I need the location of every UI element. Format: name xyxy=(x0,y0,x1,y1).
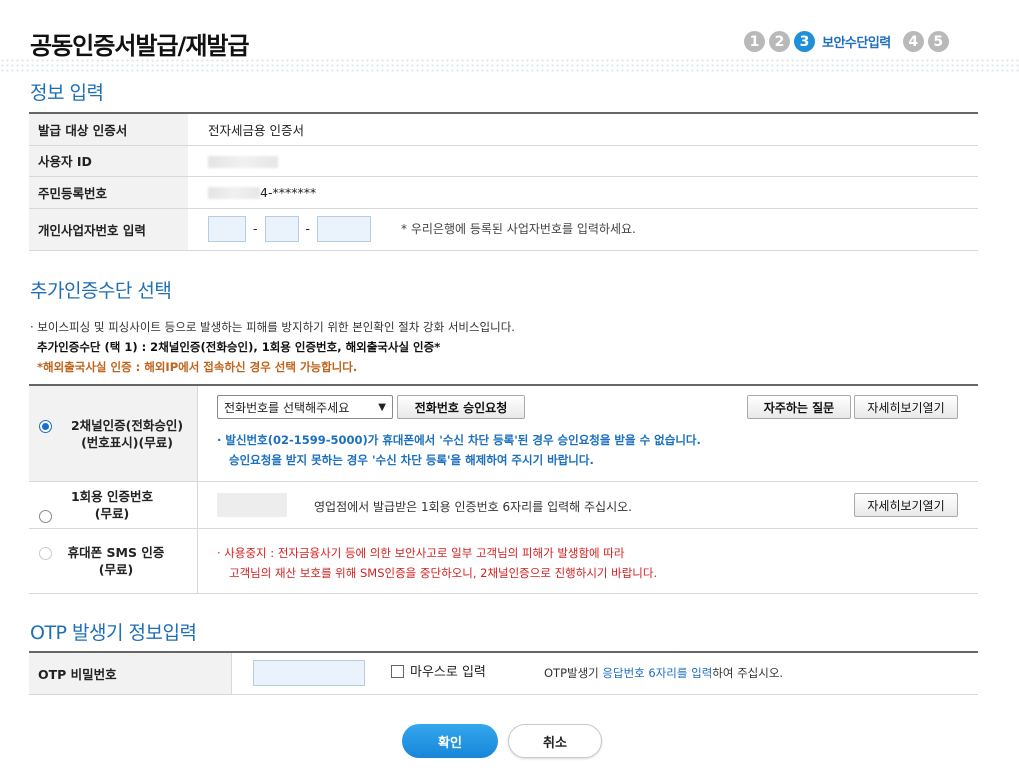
otp-note-highlight: 응답번호 6자리를 입력 xyxy=(602,666,713,680)
otp-note-prefix: OTP발생기 xyxy=(544,666,603,680)
confirm-button[interactable]: 확인 xyxy=(402,724,498,758)
otp-note: OTP발생기 응답번호 6자리를 입력하여 주십시오. xyxy=(544,665,783,681)
extra-auth-options-note: 추가인증수단 (택 1) : 2채널인증(전화승인), 1회용 인증번호, 해외… xyxy=(37,340,441,354)
current-step-label: 보안수단입력 xyxy=(822,36,891,51)
phone-number-select-value: 전화번호를 선택해주세요 xyxy=(224,400,350,415)
otp-password-label: OTP 비밀번호 xyxy=(29,653,232,694)
page-title: 공동인증서발급/재발급 xyxy=(30,32,250,60)
auth-option-2channel-label-cell: 2채널인증(전화승인) (번호표시)(무료) xyxy=(29,386,198,481)
otp-note-suffix: 하여 주십시오. xyxy=(712,666,784,680)
cert-label: 발급 대상 인증서 xyxy=(29,113,188,146)
auth-method-table: 2채널인증(전화승인) (번호표시)(무료) 전화번호를 선택해주세요 ▼ 전화… xyxy=(29,384,978,594)
overseas-auth-note: *해외출국사실 인증 : 해외IP에서 접속하신 경우 선택 가능합니다. xyxy=(37,360,358,374)
mouse-input-label: 마우스로 입력 xyxy=(410,665,486,680)
auth-option-2channel: 2채널인증(전화승인) (번호표시)(무료) 전화번호를 선택해주세요 ▼ 전화… xyxy=(29,386,978,482)
auth-option-sms-label-cell: 휴대폰 SMS 인증 (무료) xyxy=(29,529,198,593)
detail-expand-button-one-time[interactable]: 자세히보기열기 xyxy=(854,493,958,517)
auth-one-time-label: 1회용 인증번호 xyxy=(70,489,154,504)
auth-2channel-sublabel: (번호표시)(무료) xyxy=(81,435,173,450)
auth-option-sms: 휴대폰 SMS 인증 (무료) · 사용중지 : 전자금융사기 등에 의한 보안… xyxy=(29,529,978,594)
auth-sms-sublabel: (무료) xyxy=(98,562,134,577)
auth-sms-label: 휴대폰 SMS 인증 xyxy=(67,545,165,560)
biz-number-field-3[interactable] xyxy=(317,216,372,242)
rrn-suffix: 4-******* xyxy=(260,184,317,200)
rrn-label: 주민등록번호 xyxy=(29,176,188,209)
extra-auth-desc: · 보이스피싱 및 피싱사이트 등으로 발생하는 피해를 방지하기 위한 본인확… xyxy=(30,320,515,334)
radio-sms-disabled[interactable] xyxy=(39,547,52,560)
step-3-current: 3 xyxy=(794,31,815,52)
mouse-input-checkbox[interactable] xyxy=(391,665,404,678)
biz-number-field-2[interactable] xyxy=(264,216,299,242)
biz-number-field-1[interactable] xyxy=(208,216,246,242)
one-time-number-input[interactable] xyxy=(217,493,287,517)
2channel-info-line-2: 승인요청을 받지 못하는 경우 '수신 차단 등록'을 해제하여 주시기 바랍니… xyxy=(229,453,594,467)
sms-suspended-line-1: · 사용중지 : 전자금융사기 등에 의한 보안사고로 일부 고객님의 피해가 … xyxy=(217,546,625,560)
otp-password-input[interactable] xyxy=(253,660,365,686)
step-5: 5 xyxy=(927,31,949,52)
biz-number-label: 개인사업자번호 입력 xyxy=(29,208,188,251)
step-1: 1 xyxy=(744,31,765,52)
info-table: 발급 대상 인증서 전자세금용 인증서 사용자 ID 주민등록번호 4-****… xyxy=(29,112,978,251)
step-4: 4 xyxy=(902,31,924,52)
one-time-number-info: 영업점에서 발급받은 1회용 인증번호 6자리를 입력해 주십시오. xyxy=(314,500,632,514)
otp-section-title: OTP 발생기 정보입력 xyxy=(30,622,197,644)
user-id-label: 사용자 ID xyxy=(29,145,188,177)
otp-input-row: OTP 비밀번호 마우스로 입력 OTP발생기 응답번호 6자리를 입력하여 주… xyxy=(29,651,978,695)
auth-2channel-label: 2채널인증(전화승인) xyxy=(70,418,184,433)
radio-2channel[interactable] xyxy=(39,420,52,433)
extra-auth-section-title: 추가인증수단 선택 xyxy=(30,280,172,302)
phone-number-select[interactable]: 전화번호를 선택해주세요 ▼ xyxy=(217,395,393,419)
auth-option-otp-number: 1회용 인증번호 (무료) 영업점에서 발급받은 1회용 인증번호 6자리를 입… xyxy=(29,482,978,529)
cancel-button[interactable]: 취소 xyxy=(508,724,602,758)
user-id-value-masked xyxy=(208,155,278,168)
auth-one-time-sublabel: (무료) xyxy=(94,506,130,521)
2channel-info-line-1: · 발신번호(02-1599-5000)가 휴대폰에서 '수신 차단 등록'된 … xyxy=(217,433,701,447)
info-section-title: 정보 입력 xyxy=(30,82,104,104)
phone-approval-request-button[interactable]: 전화번호 승인요청 xyxy=(397,395,525,419)
dash: - xyxy=(253,220,258,236)
chevron-down-icon: ▼ xyxy=(378,401,386,413)
faq-button[interactable]: 자주하는 질문 xyxy=(747,395,851,419)
detail-expand-button-2channel[interactable]: 자세히보기열기 xyxy=(854,395,958,419)
auth-option-otp-number-label-cell: 1회용 인증번호 (무료) xyxy=(29,482,198,528)
cert-value: 전자세금용 인증서 xyxy=(188,113,978,146)
step-2: 2 xyxy=(769,31,790,52)
dash: - xyxy=(305,220,311,236)
sms-suspended-line-2: 고객님의 재산 보호를 위해 SMS인증을 중단하오니, 2채널인증으로 진행하… xyxy=(229,566,658,580)
step-indicator: 1 2 3 보안수단입력 4 5 xyxy=(744,31,949,52)
biz-number-note: * 우리은행에 등록된 사업자번호를 입력하세요. xyxy=(401,221,636,236)
rrn-value-masked xyxy=(208,187,260,199)
radio-one-time-number[interactable] xyxy=(39,510,52,523)
